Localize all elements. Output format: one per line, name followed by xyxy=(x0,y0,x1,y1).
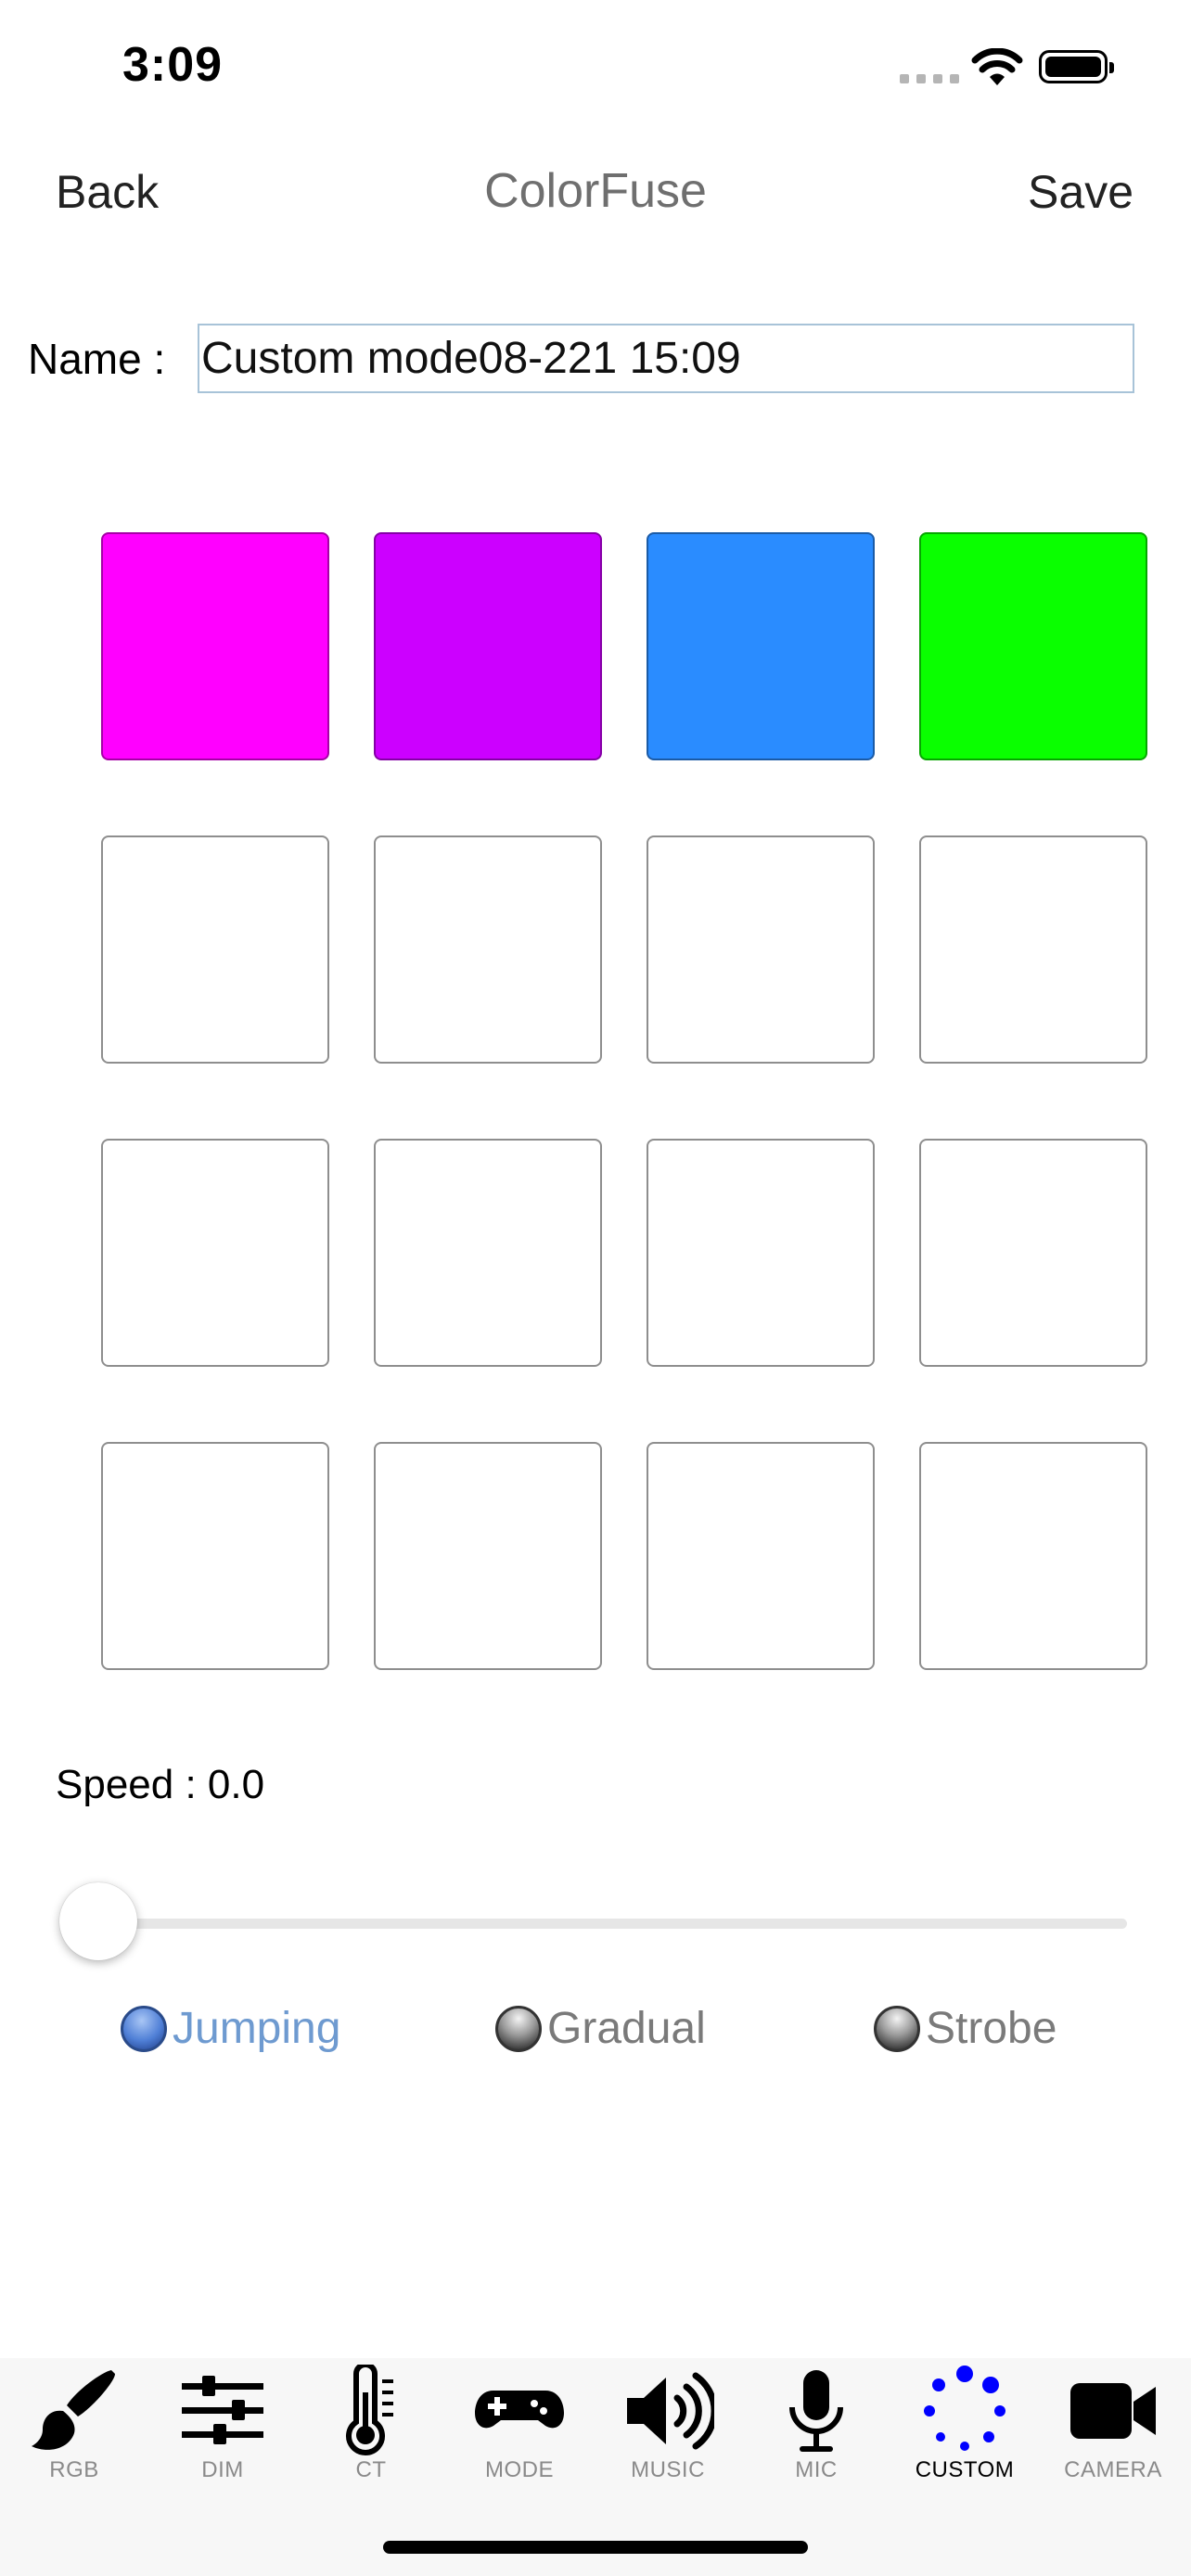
cellular-signal-icon xyxy=(900,74,959,83)
tab-ct-label: CT xyxy=(355,2457,387,2482)
empty-color-slot[interactable] xyxy=(101,1442,329,1670)
tab-rgb-label: RGB xyxy=(49,2457,99,2482)
color-swatch[interactable] xyxy=(919,532,1147,760)
tab-camera[interactable]: CAMERA xyxy=(1039,2365,1187,2483)
tab-mode-label: MODE xyxy=(485,2457,554,2482)
tab-mic[interactable]: MIC xyxy=(742,2365,890,2483)
tab-rgb[interactable]: RGB xyxy=(0,2365,148,2483)
tab-camera-label: CAMERA xyxy=(1064,2457,1162,2482)
name-input[interactable] xyxy=(198,324,1134,393)
speed-slider-track[interactable] xyxy=(61,1919,1127,1929)
empty-color-slot[interactable] xyxy=(647,835,875,1064)
save-button[interactable]: Save xyxy=(1028,165,1133,219)
radio-unselected-icon xyxy=(495,2005,542,2052)
empty-color-slot[interactable] xyxy=(101,835,329,1064)
tab-ct[interactable]: CT xyxy=(297,2365,445,2483)
home-indicator xyxy=(383,2541,808,2554)
empty-color-slot[interactable] xyxy=(374,1139,602,1367)
tab-mic-label: MIC xyxy=(795,2457,838,2482)
page-title: ColorFuse xyxy=(484,164,707,218)
speed-slider-thumb[interactable] xyxy=(59,1882,137,1960)
radio-jumping[interactable]: Jumping xyxy=(121,2003,340,2054)
tab-dim-label: DIM xyxy=(201,2457,244,2482)
gamepad-icon xyxy=(475,2391,564,2429)
thermometer-icon xyxy=(346,2365,393,2455)
radio-gradual-label: Gradual xyxy=(547,2004,706,2053)
battery-icon xyxy=(1039,50,1114,83)
tab-custom-label: CUSTOM xyxy=(915,2457,1015,2482)
radio-gradual[interactable]: Gradual xyxy=(495,2003,706,2054)
sliders-icon xyxy=(182,2376,263,2444)
radio-jumping-label: Jumping xyxy=(173,2004,341,2053)
empty-color-slot[interactable] xyxy=(374,1442,602,1670)
tab-music-label: MUSIC xyxy=(631,2457,705,2482)
tab-music[interactable]: MUSIC xyxy=(594,2365,742,2483)
status-time: 3:09 xyxy=(122,38,224,92)
radio-selected-icon xyxy=(121,2005,167,2052)
speaker-icon xyxy=(627,2372,714,2450)
color-swatch[interactable] xyxy=(101,532,329,760)
loading-dots-icon xyxy=(924,2366,1005,2451)
color-swatch[interactable] xyxy=(647,532,875,760)
radio-strobe-label: Strobe xyxy=(926,2004,1057,2053)
speed-label: Speed : 0.0 xyxy=(56,1762,265,1807)
color-swatch[interactable] xyxy=(374,532,602,760)
radio-unselected-icon xyxy=(874,2005,920,2052)
tab-custom[interactable]: CUSTOM xyxy=(890,2365,1039,2483)
empty-color-slot[interactable] xyxy=(919,835,1147,1064)
empty-color-slot[interactable] xyxy=(919,1139,1147,1367)
back-button[interactable]: Back xyxy=(56,165,159,219)
tab-dim[interactable]: DIM xyxy=(148,2365,297,2483)
wifi-icon xyxy=(971,48,1023,85)
empty-color-slot[interactable] xyxy=(374,835,602,1064)
radio-strobe[interactable]: Strobe xyxy=(874,2003,1057,2054)
microphone-icon xyxy=(789,2370,843,2452)
empty-color-slot[interactable] xyxy=(647,1139,875,1367)
name-label: Name : xyxy=(28,335,166,383)
video-camera-icon xyxy=(1070,2383,1156,2439)
empty-color-slot[interactable] xyxy=(101,1139,329,1367)
tab-mode[interactable]: MODE xyxy=(445,2365,594,2483)
empty-color-slot[interactable] xyxy=(647,1442,875,1670)
empty-color-slot[interactable] xyxy=(919,1442,1147,1670)
paintbrush-icon xyxy=(32,2370,115,2450)
